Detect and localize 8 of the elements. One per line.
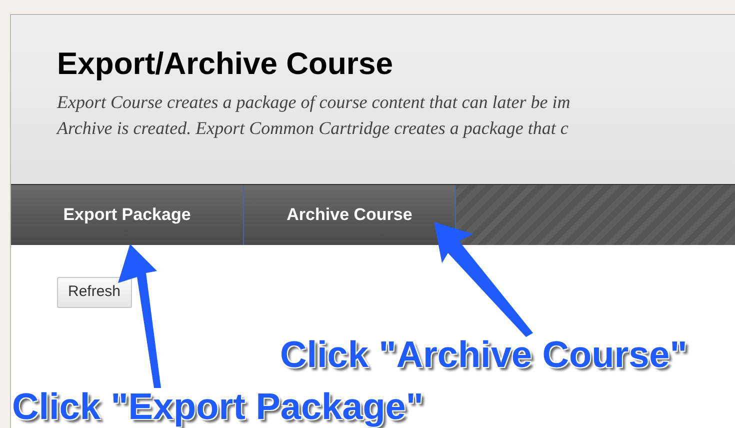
annotation-text: Click "Export Package" bbox=[12, 386, 424, 428]
page-title: Export/Archive Course bbox=[57, 45, 394, 83]
tab[interactable]: Archive Course bbox=[244, 185, 456, 245]
refresh-button[interactable]: Refresh bbox=[57, 277, 132, 308]
description-text: Archive is created. Export Common Cartridge creates a package that c bbox=[57, 117, 568, 140]
annotation-text: Click "Archive Course" bbox=[280, 333, 688, 377]
tab[interactable]: Export Package bbox=[11, 185, 244, 245]
description-text: Export Course creates a package of course content that can later be im bbox=[57, 91, 570, 114]
